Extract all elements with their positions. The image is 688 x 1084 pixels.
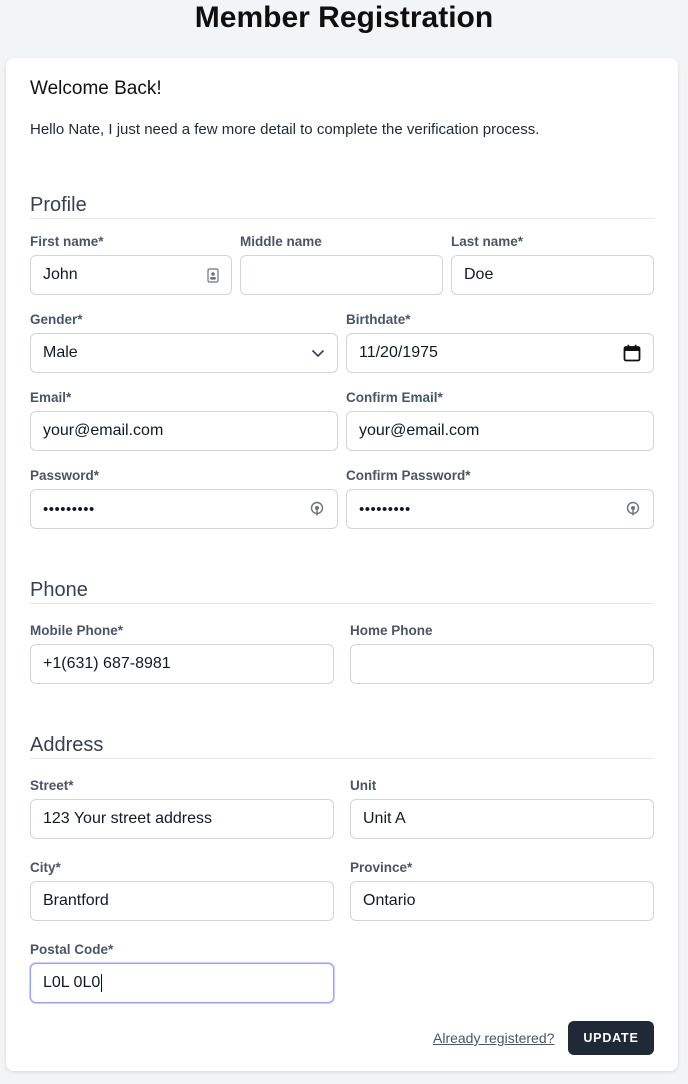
postal-code-label: Postal Code* [30,942,114,957]
postal-code-input[interactable]: L0L 0L0 [30,963,334,1003]
province-value: Ontario [363,892,416,909]
password-value: ••••••••• [43,500,95,518]
province-label: Province* [350,860,413,875]
confirm-email-label: Confirm Email* [346,390,443,405]
gender-label: Gender* [30,312,83,327]
update-button[interactable]: UPDATE [568,1021,654,1055]
address-section-title: Address [30,734,104,756]
mobile-phone-value: +1(631) 687-8981 [43,655,171,672]
chevron-down-icon [311,349,325,358]
birthdate-label: Birthdate* [346,312,411,327]
confirm-password-label: Confirm Password* [346,468,471,483]
confirm-email-value: your@email.com [359,422,480,439]
password-label: Password* [30,468,100,483]
email-label: Email* [30,390,72,405]
unit-value: Unit A [363,810,406,827]
phone-section-title: Phone [30,579,88,601]
text-caret [101,973,103,992]
mobile-phone-label: Mobile Phone* [30,623,124,638]
address-divider [30,758,654,759]
last-name-value: Doe [464,266,494,283]
birthdate-value: 11/20/1975 [359,344,438,361]
street-value: 123 Your street address [43,810,213,827]
last-name-input[interactable]: Doe [451,255,654,295]
city-label: City* [30,860,61,875]
phone-divider [30,603,654,604]
first-name-value: John [43,266,78,283]
registration-card: Welcome Back! Hello Nate, I just need a … [6,58,678,1071]
already-registered-link[interactable]: Already registered? [433,1030,554,1046]
welcome-heading: Welcome Back! [30,78,162,99]
confirm-password-input[interactable]: ••••••••• [346,489,654,529]
street-input[interactable]: 123 Your street address [30,799,334,839]
password-reveal-icon[interactable] [309,501,325,517]
mobile-phone-input[interactable]: +1(631) 687-8981 [30,644,334,684]
street-label: Street* [30,778,74,793]
gender-value: Male [43,344,78,361]
gender-select[interactable]: Male [30,333,338,373]
middle-name-label: Middle name [240,234,322,249]
profile-divider [30,218,654,219]
email-value: your@email.com [43,422,164,439]
birthdate-input[interactable]: 11/20/1975 [346,333,654,373]
intro-text: Hello Nate, I just need a few more detai… [30,121,540,138]
city-value: Brantford [43,892,109,909]
contact-card-icon[interactable] [207,267,219,283]
home-phone-input[interactable] [350,644,654,684]
password-reveal-icon[interactable] [625,501,641,517]
home-phone-label: Home Phone [350,623,433,638]
calendar-icon[interactable] [623,344,641,362]
city-input[interactable]: Brantford [30,881,334,921]
email-input[interactable]: your@email.com [30,411,338,451]
unit-input[interactable]: Unit A [350,799,654,839]
middle-name-input[interactable] [240,255,443,295]
postal-code-value: L0L 0L0 [43,974,101,992]
first-name-input[interactable]: John [30,255,232,295]
unit-label: Unit [350,778,377,793]
confirm-password-value: ••••••••• [359,500,411,518]
page-title: Member Registration [194,1,494,34]
confirm-email-input[interactable]: your@email.com [346,411,654,451]
profile-section-title: Profile [30,194,87,216]
password-input[interactable]: ••••••••• [30,489,338,529]
first-name-label: First name* [30,234,104,249]
last-name-label: Last name* [451,234,524,249]
province-input[interactable]: Ontario [350,881,654,921]
